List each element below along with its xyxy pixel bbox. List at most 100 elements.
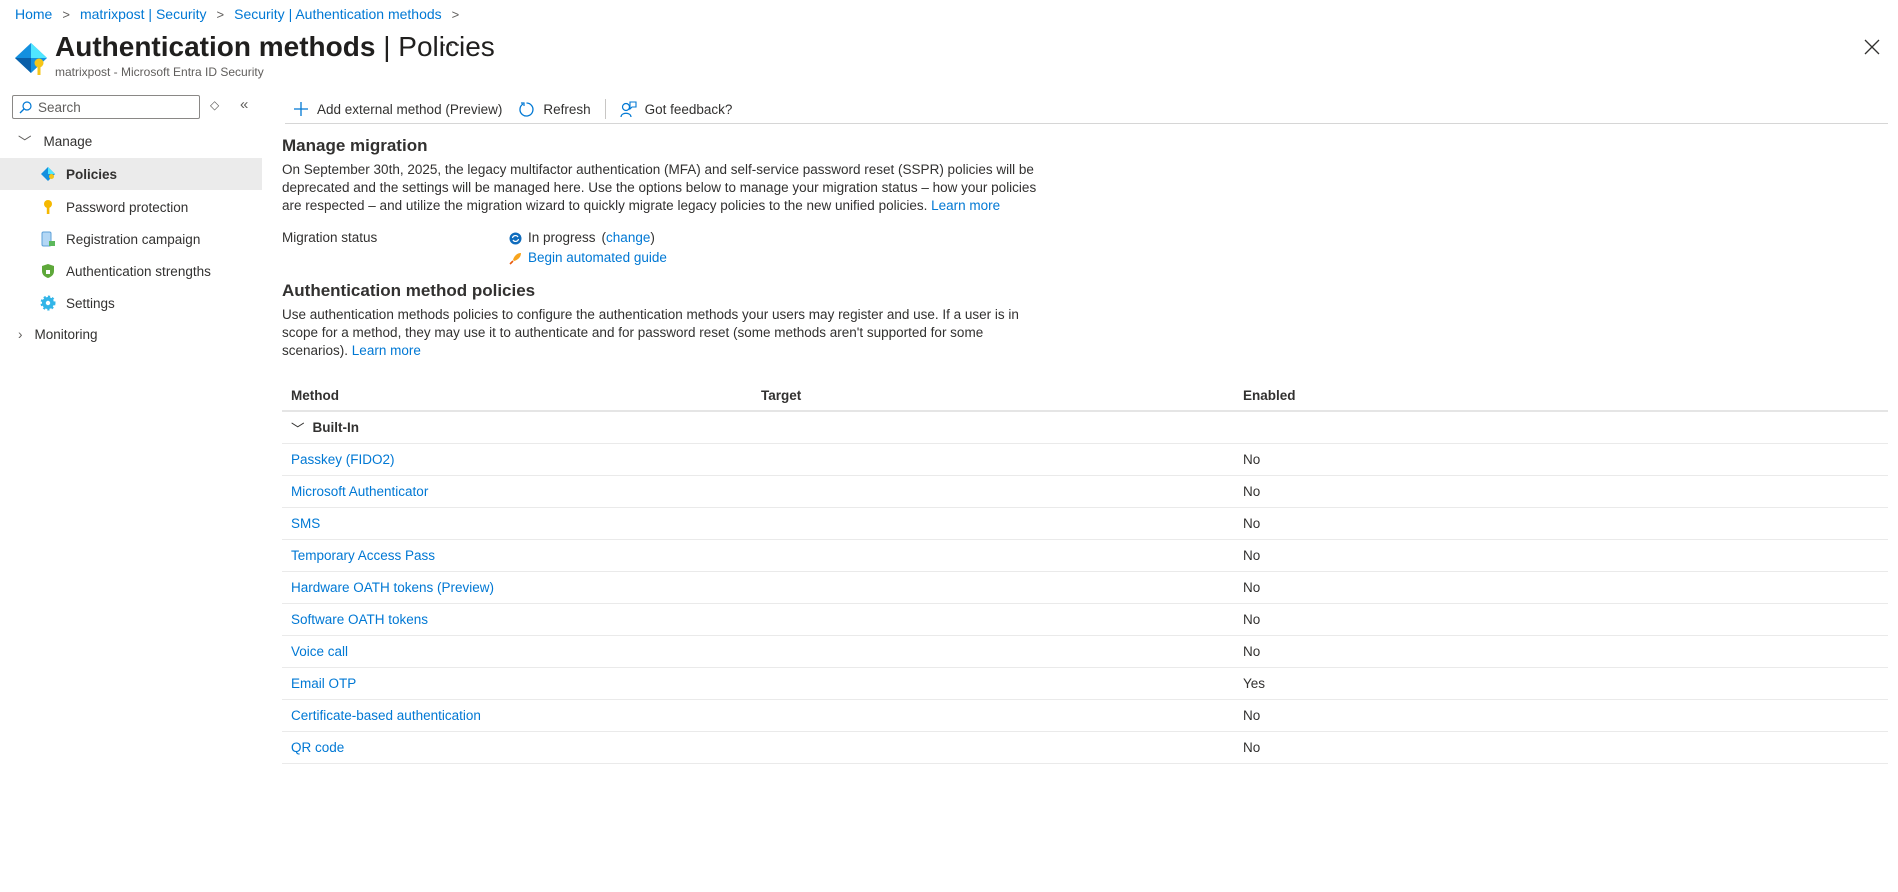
table-row: Temporary Access Pass No xyxy=(282,540,1888,572)
migration-status-label: Migration status xyxy=(282,230,378,245)
migration-description: On September 30th, 2025, the legacy mult… xyxy=(282,161,1042,215)
sidebar-item-authentication-strengths[interactable]: Authentication strengths xyxy=(0,255,262,287)
sidebar-item-label: Policies xyxy=(66,166,118,182)
page-title-section: | Policies xyxy=(375,31,495,62)
migration-learn-more-link[interactable]: Learn more xyxy=(931,198,1000,213)
chevron-right-icon: > xyxy=(62,6,70,22)
enabled-cell: No xyxy=(1243,708,1261,723)
auth-method-policies-heading: Authentication method policies xyxy=(282,281,536,300)
table-row: QR code No xyxy=(282,732,1888,764)
migration-description-text: On September 30th, 2025, the legacy mult… xyxy=(282,162,1037,213)
chevron-right-icon: > xyxy=(451,6,460,22)
sidebar-item-label: Authentication strengths xyxy=(66,263,211,279)
table-row: Certificate-based authentication No xyxy=(282,700,1888,732)
table-row: Email OTP Yes xyxy=(282,668,1888,700)
divider xyxy=(285,123,1888,124)
chevron-right-icon: > xyxy=(216,6,225,22)
sort-icon[interactable]: ◇ xyxy=(210,98,219,112)
column-header-enabled: Enabled xyxy=(1243,387,1296,403)
sidebar-item-settings[interactable]: Settings xyxy=(0,287,262,319)
group-row-built-in[interactable]: ﹀ Built-In xyxy=(282,412,1888,444)
breadcrumb-home[interactable]: Home xyxy=(15,6,52,22)
breadcrumb: Home > matrixpost | Security > Security … xyxy=(15,4,459,24)
sidebar-group-label: Monitoring xyxy=(34,326,98,342)
enabled-cell: No xyxy=(1243,612,1261,627)
enabled-cell: No xyxy=(1243,580,1261,595)
enabled-cell: No xyxy=(1243,740,1261,755)
breadcrumb-matrixpost-security[interactable]: matrixpost | Security xyxy=(80,6,207,22)
method-link[interactable]: Passkey (FIDO2) xyxy=(291,452,395,467)
begin-automated-guide-link[interactable]: Begin automated guide xyxy=(528,248,667,268)
method-link[interactable]: Software OATH tokens xyxy=(291,612,428,627)
paren: ) xyxy=(650,230,655,245)
methods-table: Method Target Enabled ﹀ Built-In Passkey… xyxy=(282,380,1888,764)
more-options-button[interactable]: ··· xyxy=(441,34,462,55)
feedback-icon xyxy=(620,100,637,117)
sidebar-item-password-protection[interactable]: Password protection xyxy=(0,191,262,223)
feedback-label: Got feedback? xyxy=(644,101,733,117)
enabled-cell: No xyxy=(1243,548,1261,563)
enabled-cell: No xyxy=(1243,516,1261,531)
chevron-right-icon: › xyxy=(18,326,23,342)
authentication-methods-icon xyxy=(15,43,47,75)
toolbar-divider xyxy=(604,99,606,119)
enabled-cell: No xyxy=(1243,644,1261,659)
main-content: Manage migration On September 30th, 2025… xyxy=(282,135,1042,360)
search-icon xyxy=(19,100,32,113)
table-row: Hardware OATH tokens (Preview) No xyxy=(282,572,1888,604)
refresh-button[interactable]: Refresh xyxy=(510,95,598,123)
policies-description: Use authentication methods policies to c… xyxy=(282,306,1042,360)
add-external-method-button[interactable]: Add external method (Preview) xyxy=(285,95,510,123)
phone-check-icon xyxy=(41,231,55,247)
command-bar: Add external method (Preview) Refresh Go… xyxy=(285,95,740,123)
feedback-button[interactable]: Got feedback? xyxy=(612,95,741,123)
shield-lock-icon xyxy=(42,264,54,278)
chevron-down-icon: ﹀ xyxy=(291,421,305,437)
rocket-icon xyxy=(509,252,521,265)
refresh-label: Refresh xyxy=(543,101,591,117)
change-status-link[interactable]: change xyxy=(606,230,650,245)
migration-status-value: In progress xyxy=(528,230,596,245)
sidebar-group-manage[interactable]: ﹀ Manage xyxy=(0,125,262,157)
chevron-down-icon: ﹀ xyxy=(18,135,32,150)
page-title: Authentication methods | Policies xyxy=(55,31,495,63)
enabled-cell: No xyxy=(1243,452,1261,467)
policies-learn-more-link[interactable]: Learn more xyxy=(352,343,421,358)
table-header: Method Target Enabled xyxy=(282,380,1888,412)
sidebar-item-policies[interactable]: Policies xyxy=(0,158,262,190)
breadcrumb-auth-methods[interactable]: Security | Authentication methods xyxy=(234,6,442,22)
method-link[interactable]: Temporary Access Pass xyxy=(291,548,435,563)
policies-icon xyxy=(41,167,55,181)
manage-migration-heading: Manage migration xyxy=(282,136,428,155)
collapse-sidebar-icon[interactable]: « xyxy=(240,96,248,113)
enabled-cell: Yes xyxy=(1243,676,1266,691)
search-input[interactable]: Search xyxy=(12,95,200,119)
sidebar-item-label: Settings xyxy=(66,295,115,311)
in-progress-icon xyxy=(509,232,522,244)
key-icon xyxy=(44,200,52,214)
sidebar-item-registration-campaign[interactable]: Registration campaign xyxy=(0,223,262,255)
method-link[interactable]: Hardware OATH tokens (Preview) xyxy=(291,580,494,595)
search-placeholder: Search xyxy=(38,99,81,115)
gear-icon xyxy=(40,295,56,311)
table-row: Voice call No xyxy=(282,636,1888,668)
table-row: SMS No xyxy=(282,508,1888,540)
method-link[interactable]: Microsoft Authenticator xyxy=(291,484,428,499)
sidebar-item-label: Password protection xyxy=(66,199,189,215)
page-title-main: Authentication methods xyxy=(55,31,376,62)
refresh-icon xyxy=(519,101,534,117)
column-header-target: Target xyxy=(761,387,802,403)
method-link[interactable]: Voice call xyxy=(291,644,348,659)
page-subtitle: matrixpost - Microsoft Entra ID Security xyxy=(55,65,264,79)
sidebar-group-label: Manage xyxy=(43,133,93,149)
close-icon[interactable] xyxy=(1862,37,1882,57)
method-link[interactable]: SMS xyxy=(291,516,320,531)
sidebar-group-monitoring[interactable]: › Monitoring xyxy=(0,318,262,350)
add-external-method-label: Add external method (Preview) xyxy=(317,101,503,117)
method-link[interactable]: Certificate-based authentication xyxy=(291,708,481,723)
migration-status: Migration status In progress (change) Be… xyxy=(282,228,1042,268)
method-link[interactable]: Email OTP xyxy=(291,676,356,691)
column-header-method: Method xyxy=(291,387,339,403)
table-row: Passkey (FIDO2) No xyxy=(282,444,1888,476)
method-link[interactable]: QR code xyxy=(291,740,344,755)
